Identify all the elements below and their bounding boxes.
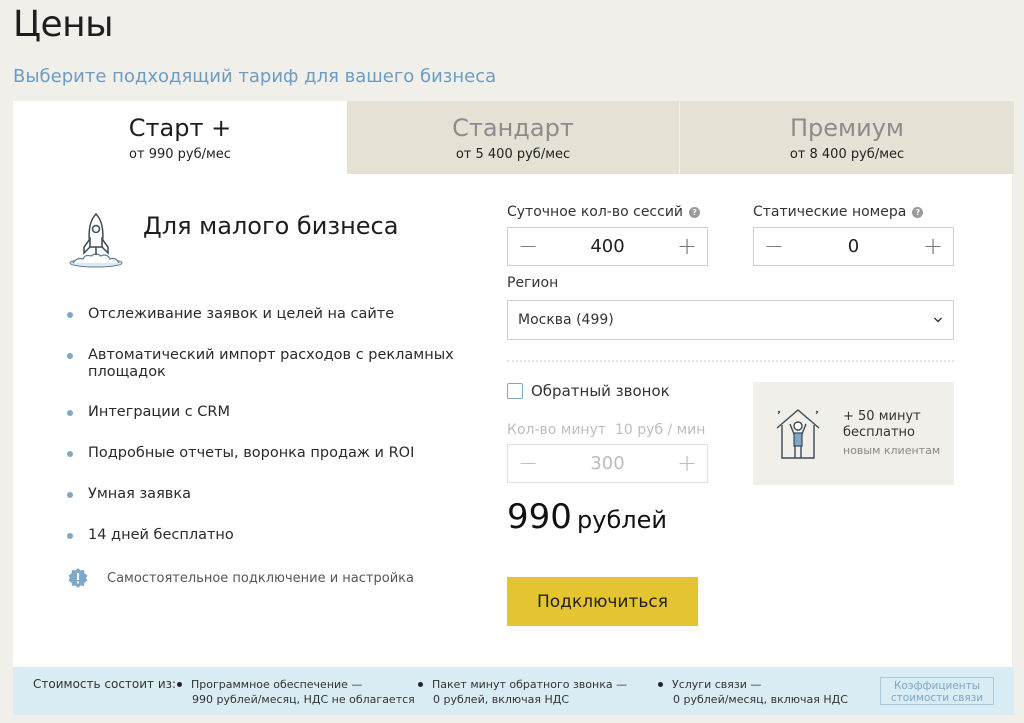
tab-price: от 5 400 руб/мес <box>455 147 571 162</box>
sessions-label-text: Суточное кол-во сессий <box>507 204 684 220</box>
connect-button[interactable]: Подключиться <box>507 577 698 626</box>
coefficients-button[interactable]: Коэффициенты стоимости связи <box>880 677 994 705</box>
promo-text: + 50 минут бесплатно новым клиентам <box>843 409 940 459</box>
tab-standard[interactable]: Стандарт от 5 400 руб/мес <box>347 101 680 174</box>
plan-heading: Для малого бизнеса <box>143 212 399 240</box>
footer-item-line2: 0 рублей/месяц, включая НДС <box>673 693 848 706</box>
minutes-stepper: − 300 + <box>507 444 708 483</box>
chevron-down-icon <box>934 317 942 323</box>
tab-start-plus[interactable]: Старт + от 990 руб/мес <box>13 101 347 174</box>
cost-breakdown: Стоимость состоит из: Программное обеспе… <box>13 667 1014 715</box>
tab-name: Премиум <box>789 114 905 142</box>
static-numbers-label: Статические номера? <box>753 204 924 220</box>
rocket-icon <box>69 212 123 268</box>
minus-button[interactable]: − <box>508 228 548 265</box>
list-item: Умная заявка <box>67 486 467 503</box>
minutes-value[interactable]: 300 <box>548 453 667 474</box>
callback-label: Обратный звонок <box>531 382 670 400</box>
pricing-card: Старт + от 990 руб/мес Стандарт от 5 400… <box>13 101 1014 715</box>
footer-item-line2: 990 рублей/месяц, НДС не облагается <box>192 693 415 706</box>
sessions-stepper: − 400 + <box>507 227 708 266</box>
coef-line2: стоимости связи <box>890 692 984 704</box>
tab-premium[interactable]: Премиум от 8 400 руб/мес <box>680 101 1014 174</box>
divider <box>507 360 954 362</box>
footer-item-line1: Программное обеспечение — <box>191 678 363 691</box>
promo-box: + 50 минут бесплатно новым клиентам <box>753 382 954 485</box>
self-setup-note: Самостоятельное подключение и настройка <box>67 567 414 589</box>
region-label: Регион <box>507 275 559 291</box>
plus-button[interactable]: + <box>667 445 707 482</box>
footer-item-line1: Услуги связи — <box>672 678 762 691</box>
price-unit: рублей <box>577 506 667 534</box>
tab-name: Стандарт <box>452 114 574 142</box>
help-icon[interactable]: ? <box>912 207 924 218</box>
footer-item: Услуги связи — 0 рублей/месяц, включая Н… <box>658 677 848 707</box>
footer-item-line1: Пакет минут обратного звонка — <box>432 678 628 691</box>
footer-item: Пакет минут обратного звонка — 0 рублей,… <box>418 677 627 707</box>
list-item: Подробные отчеты, воронка продаж и ROI <box>67 445 467 462</box>
self-setup-text: Самостоятельное подключение и настройка <box>107 570 414 586</box>
promo-line3: новым клиентам <box>843 443 941 457</box>
plus-button[interactable]: + <box>667 228 707 265</box>
callback-checkbox[interactable] <box>507 383 523 399</box>
page-subtitle: Выберите подходящий тариф для вашего биз… <box>13 66 497 87</box>
minutes-label: Кол-во минут 10 руб / мин <box>507 422 706 438</box>
sessions-label: Суточное кол-во сессий? <box>507 204 701 220</box>
promo-line1: + 50 минут <box>843 408 921 424</box>
help-icon[interactable]: ? <box>689 207 701 218</box>
minus-button[interactable]: − <box>754 228 794 265</box>
sessions-value[interactable]: 400 <box>548 236 667 257</box>
list-item: Интеграции с CRM <box>67 404 467 421</box>
promo-line2: бесплатно <box>843 424 915 440</box>
person-house-icon <box>776 408 820 459</box>
footer-item-line2: 0 рублей, включая НДС <box>433 693 570 706</box>
static-numbers-label-text: Статические номера <box>753 204 907 220</box>
list-item: Автоматический импорт расходов с рекламн… <box>67 347 467 381</box>
minus-button[interactable]: − <box>508 445 548 482</box>
plus-button[interactable]: + <box>913 228 953 265</box>
footer-lead: Стоимость состоит из: <box>33 677 177 691</box>
callback-toggle[interactable]: Обратный звонок <box>507 382 670 400</box>
tab-price: от 990 руб/мес <box>129 147 231 162</box>
list-item: 14 дней бесплатно <box>67 527 467 544</box>
footer-item: Программное обеспечение — 990 рублей/мес… <box>177 677 415 707</box>
static-numbers-stepper: − 0 + <box>753 227 954 266</box>
static-numbers-value[interactable]: 0 <box>794 236 913 257</box>
coef-line1: Коэффициенты <box>893 680 981 692</box>
badge-exclamation-icon <box>68 568 88 588</box>
plan-tabs: Старт + от 990 руб/мес Стандарт от 5 400… <box>13 101 1014 174</box>
page-title: Цены <box>13 4 114 45</box>
region-value: Москва (499) <box>518 312 614 328</box>
region-select[interactable]: Москва (499) <box>507 300 954 340</box>
total-price: 990 рублей <box>507 497 667 537</box>
tab-price: от 8 400 руб/мес <box>789 147 905 162</box>
list-item: Отслеживание заявок и целей на сайте <box>67 306 467 323</box>
tab-name: Старт + <box>128 114 232 142</box>
price-number: 990 <box>507 497 572 537</box>
